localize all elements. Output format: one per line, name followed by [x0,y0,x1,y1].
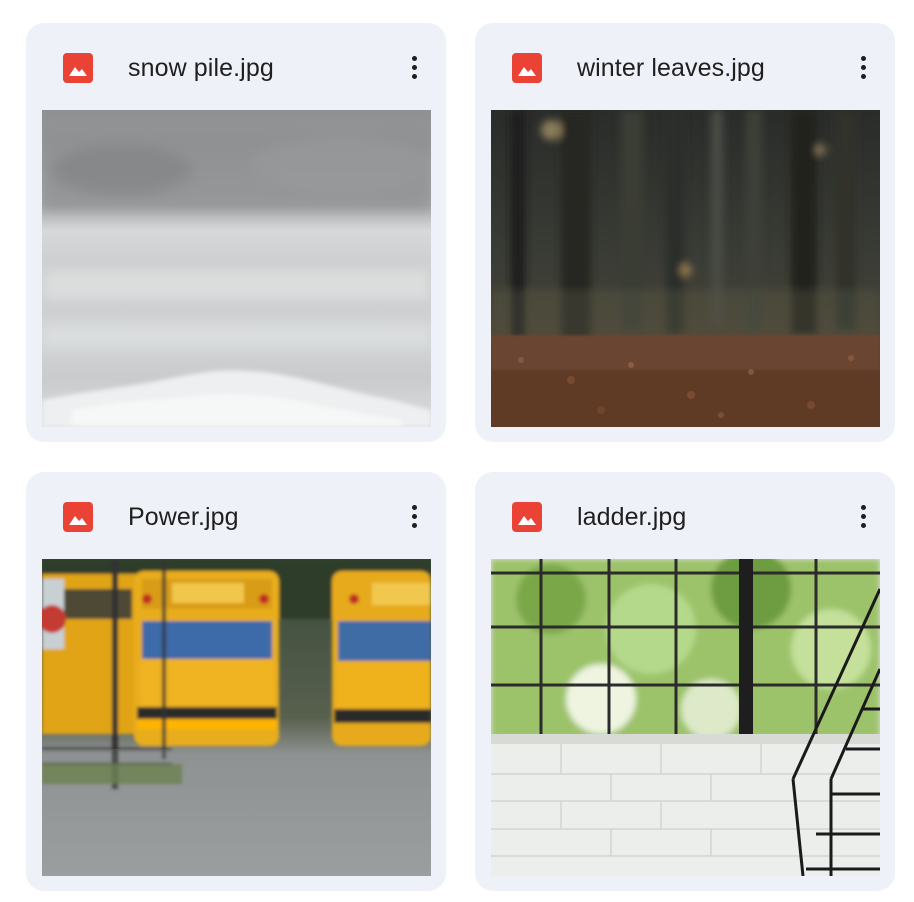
image-file-icon [512,53,542,83]
more-dot-icon [412,65,417,70]
winter-leaves-image [491,110,880,427]
more-dot-icon [861,74,866,79]
snow-pile-image [42,110,431,427]
file-name[interactable]: winter leaves.jpg [577,51,765,85]
file-card-header: winter leaves.jpg [475,23,895,111]
more-dot-icon [412,523,417,528]
file-thumbnail[interactable] [42,559,431,876]
file-name[interactable]: snow pile.jpg [128,51,274,85]
file-card-snow-pile[interactable]: snow pile.jpg [26,23,446,442]
more-dot-icon [861,505,866,510]
more-dot-icon [412,505,417,510]
more-options-button[interactable] [849,496,879,536]
file-thumbnail[interactable] [491,559,880,876]
file-name[interactable]: Power.jpg [128,500,239,534]
image-file-icon [63,53,93,83]
file-card-ladder[interactable]: ladder.jpg [475,472,895,891]
school-buses-image [42,559,431,876]
image-file-icon [512,502,542,532]
image-file-icon [63,502,93,532]
file-thumbnail[interactable] [42,110,431,427]
file-thumbnail[interactable] [491,110,880,427]
file-card-header: Power.jpg [26,472,446,560]
more-options-button[interactable] [849,47,879,87]
file-grid: snow pile.jpg winter leaves.jpg Power.jp… [0,0,914,902]
more-options-button[interactable] [400,47,430,87]
more-dot-icon [861,65,866,70]
more-dot-icon [412,56,417,61]
file-card-header: snow pile.jpg [26,23,446,111]
file-card-header: ladder.jpg [475,472,895,560]
more-dot-icon [861,514,866,519]
ladder-image [491,559,880,876]
more-dot-icon [861,523,866,528]
more-options-button[interactable] [400,496,430,536]
file-card-power[interactable]: Power.jpg [26,472,446,891]
file-card-winter-leaves[interactable]: winter leaves.jpg [475,23,895,442]
more-dot-icon [861,56,866,61]
more-dot-icon [412,74,417,79]
more-dot-icon [412,514,417,519]
file-name[interactable]: ladder.jpg [577,500,686,534]
